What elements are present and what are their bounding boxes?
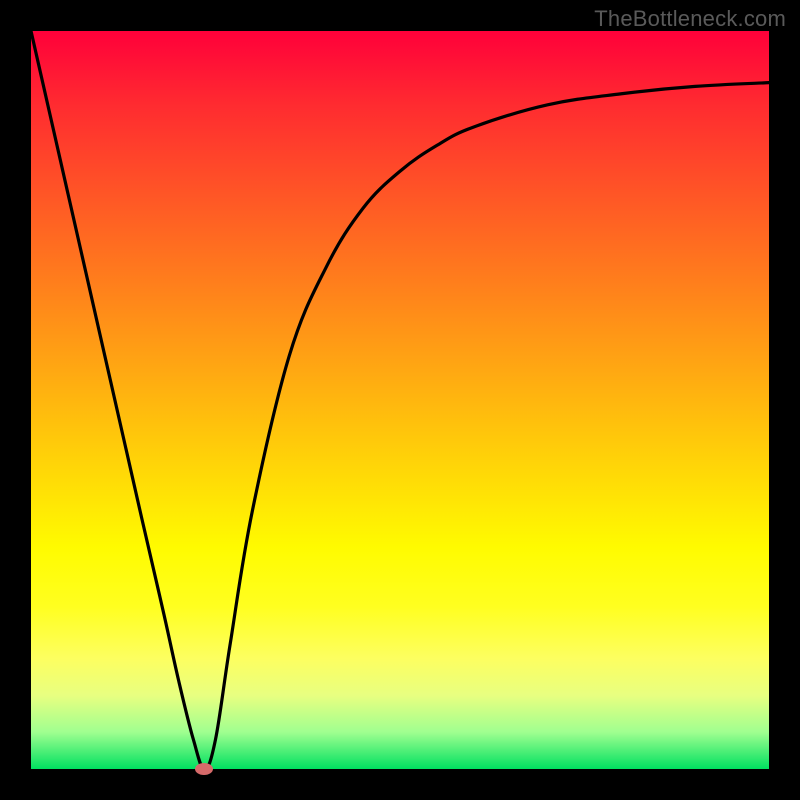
plot-area: [31, 31, 769, 769]
watermark-label: TheBottleneck.com: [594, 6, 786, 32]
curve-svg: [31, 31, 769, 769]
min-marker: [195, 763, 213, 775]
chart-frame: TheBottleneck.com: [0, 0, 800, 800]
curve-path: [31, 31, 769, 769]
